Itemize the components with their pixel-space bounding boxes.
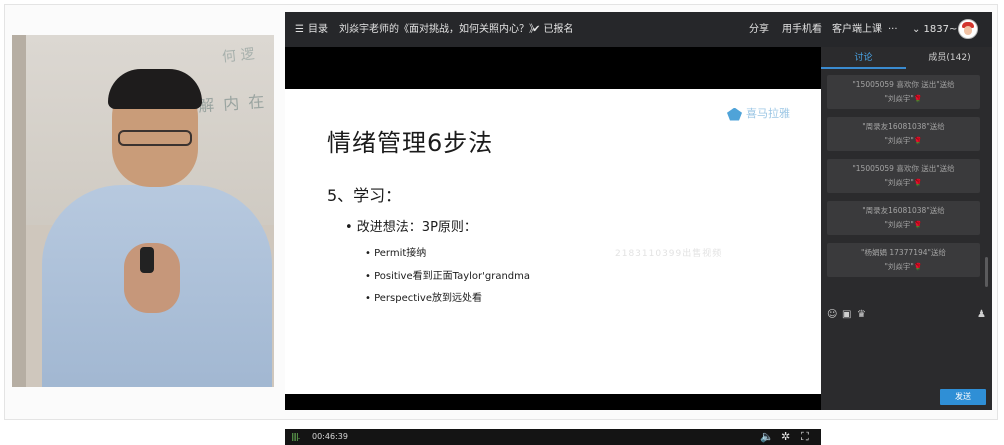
- menu-label: 目录: [308, 24, 328, 35]
- player-controls: ||||. 00:46:39 🔈 ✲ ⛶: [285, 429, 821, 445]
- emoji-icon[interactable]: ☺: [827, 309, 837, 320]
- whiteboard-writing: 何 逻: [220, 46, 255, 66]
- chat-message: "周录友16081038"送给 "刘焱宇": [827, 201, 980, 235]
- avatar-face: [964, 26, 972, 35]
- logo-text: 喜马拉雅: [746, 107, 790, 120]
- message-recipient: "刘焱宇": [827, 177, 980, 188]
- door-frame: [12, 35, 26, 387]
- course-title: 刘焱宇老师的《面对挑战，如何关照内心？》: [339, 24, 539, 35]
- microphone: [140, 247, 154, 273]
- player-topbar: ☰ 目录 刘焱宇老师的《面对挑战，如何关照内心？》 ✔ 已报名 分享 用手机看 客…: [285, 12, 992, 47]
- fullscreen-icon[interactable]: ⛶: [801, 430, 809, 444]
- slide-subpoint: • Perspective放到远处看: [365, 293, 482, 304]
- tab-members[interactable]: 成员(142): [907, 47, 992, 69]
- slide-title: 情绪管理6步法: [327, 129, 494, 157]
- chat-message: "杨娟娟 17377194"送给 "刘焱宇": [827, 243, 980, 277]
- slide-step: 5、学习：: [327, 186, 402, 205]
- chat-message: "15005059 喜欢你 送出"送给 "刘焱宇": [827, 159, 980, 193]
- client-class-button[interactable]: 客户端上课: [832, 12, 882, 47]
- slide-subpoint: • Permit接纳: [365, 248, 427, 259]
- slide-bullet: • 改进想法：3P原则：: [345, 220, 477, 235]
- message-sender: "杨娟娟 17377194"送给: [861, 248, 946, 257]
- volume-icon[interactable]: 🔈: [760, 430, 774, 443]
- message-sender: "周录友16081038"送给: [862, 122, 945, 131]
- speaker-hair: [108, 69, 202, 109]
- speaker-glasses: [118, 130, 192, 146]
- elapsed-time: 00:46:39: [312, 432, 348, 441]
- chat-tabs: 讨论 成员(142): [821, 47, 992, 69]
- watch-on-mobile-button[interactable]: 用手机看: [782, 12, 822, 47]
- message-sender: "15005059 喜欢你 送出"送给: [852, 80, 955, 89]
- message-sender: "周录友16081038"送给: [862, 206, 945, 215]
- signal-icon: ||||.: [291, 432, 300, 441]
- message-recipient: "刘焱宇": [827, 135, 980, 146]
- send-button[interactable]: 发送: [940, 389, 986, 405]
- video-watermark: 2183110399出售视频: [615, 249, 723, 259]
- speaker-photo: 何 逻 化 解 内 在: [12, 35, 274, 387]
- message-recipient: "刘焱宇": [827, 261, 980, 272]
- slide-subpoint: • Positive看到正面Taylor'grandma: [365, 271, 531, 282]
- live-course-player: ☰ 目录 刘焱宇老师的《面对挑战，如何关照内心？》 ✔ 已报名 分享 用手机看 客…: [285, 12, 992, 445]
- settings-icon[interactable]: ✲: [781, 430, 790, 443]
- chat-message: "周录友16081038"送给 "刘焱宇": [827, 117, 980, 151]
- tab-discussion[interactable]: 讨论: [821, 47, 906, 69]
- user-avatar[interactable]: [958, 19, 978, 39]
- chat-scrollbar[interactable]: [985, 257, 988, 287]
- menu-icon: ☰: [295, 24, 304, 35]
- slide-logo: 喜马拉雅: [727, 105, 790, 121]
- presentation-slide: 喜马拉雅 情绪管理6步法 5、学习： • 改进想法：3P原则： • Permit…: [285, 89, 821, 394]
- image-icon[interactable]: ▣: [842, 309, 851, 320]
- more-button[interactable]: ···: [888, 12, 898, 47]
- chat-toolbar: ☺ ▣ ♛ ♟: [827, 309, 987, 323]
- message-sender: "15005059 喜欢你 送出"送给: [852, 164, 955, 173]
- chat-message: "15005059 喜欢你 送出"送给 "刘焱宇": [827, 75, 980, 109]
- gift-icon[interactable]: ♛: [857, 309, 866, 320]
- user-icon[interactable]: ♟: [977, 309, 986, 320]
- share-button[interactable]: 分享: [749, 12, 769, 47]
- message-recipient: "刘焱宇": [827, 219, 980, 230]
- logo-icon: [727, 107, 742, 121]
- user-dropdown[interactable]: ⌄ 1837~: [912, 12, 957, 47]
- video-area[interactable]: 喜马拉雅 情绪管理6步法 5、学习： • 改进想法：3P原则： • Permit…: [285, 47, 821, 445]
- message-recipient: "刘焱宇": [827, 93, 980, 104]
- menu-button[interactable]: ☰ 目录: [295, 12, 328, 47]
- registered-status: ✔ 已报名: [532, 24, 574, 35]
- chat-panel: 讨论 成员(142) "15005059 喜欢你 送出"送给 "刘焱宇" "周录…: [821, 47, 992, 410]
